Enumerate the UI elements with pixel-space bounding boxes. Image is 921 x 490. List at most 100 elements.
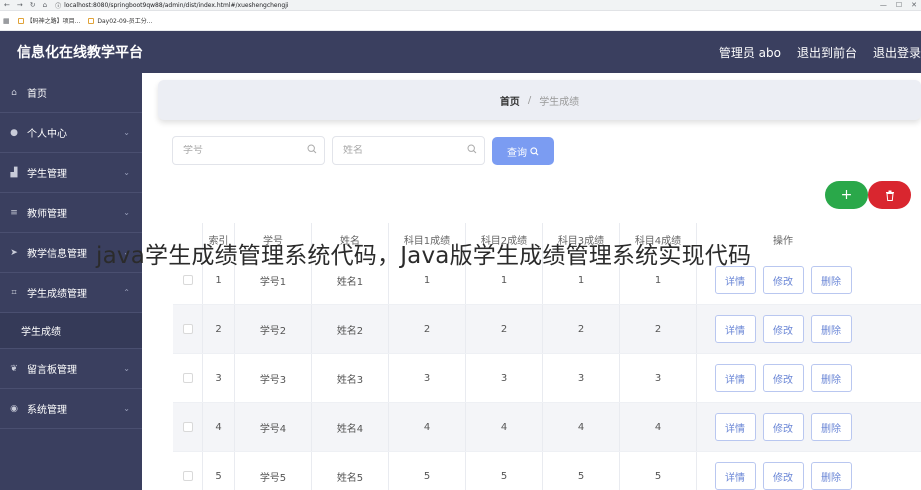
sidebar-item-system-management[interactable]: ◉ 系统管理 ⌄ [0, 389, 142, 429]
row-checkbox-cell [173, 305, 203, 353]
edit-button[interactable]: 修改 [762, 462, 804, 490]
row-subject2: 2 [466, 305, 543, 353]
row-operations: 详情 修改 删除 [697, 452, 869, 490]
person-icon: ● [10, 127, 18, 138]
row-checkbox[interactable] [182, 324, 193, 334]
sidebar-item-home[interactable]: ⌂ 首页 [0, 73, 142, 113]
search-icon [467, 144, 477, 154]
address-bar[interactable]: ⓘ localhost:8080/springboot9qw88/admin/d… [55, 1, 288, 10]
delete-button[interactable]: 删除 [810, 364, 852, 392]
row-subject3: 3 [543, 354, 620, 402]
row-name: 姓名3 [312, 354, 389, 402]
row-subject3: 5 [543, 452, 620, 490]
breadcrumb-separator: / [527, 94, 532, 106]
row-checkbox[interactable] [182, 275, 193, 285]
detail-button[interactable]: 详情 [714, 462, 756, 490]
row-index: 4 [203, 403, 235, 451]
reload-icon[interactable]: ↻ [30, 1, 36, 9]
add-button[interactable]: + [825, 181, 868, 209]
sidebar-item-label: 教师管理 [27, 209, 67, 220]
chart-icon: ▟ [10, 167, 18, 178]
bookmarks-bar: ▦ 【码神之路】项目... Day02-09-员工分... [0, 11, 921, 31]
row-subject1: 2 [389, 305, 466, 353]
url-text: localhost:8080/springboot9qw88/admin/dis… [64, 1, 289, 9]
chevron-down-icon: ⌄ [123, 168, 130, 177]
delete-button[interactable]: 删除 [810, 315, 852, 343]
sidebar-item-label: 留言板管理 [27, 365, 77, 376]
sidebar-subitem-student-score[interactable]: 学生成绩 [0, 313, 142, 349]
row-subject2: 5 [466, 452, 543, 490]
edit-button[interactable]: 修改 [762, 266, 804, 294]
batch-delete-button[interactable] [868, 181, 911, 209]
sidebar-item-student-management[interactable]: ▟ 学生管理 ⌄ [0, 153, 142, 193]
folder-icon [88, 17, 95, 24]
list-icon: ≡ [10, 207, 18, 218]
bookmark-2-label: Day02-09-员工分... [97, 18, 153, 25]
watermark-caption: java学生成绩管理系统代码，Java版学生成绩管理系统实现代码 [96, 243, 752, 269]
sidebar-item-label: 教学信息管理 [27, 249, 87, 260]
row-student-no: 学号2 [235, 305, 312, 353]
detail-button[interactable]: 详情 [714, 413, 756, 441]
row-checkbox[interactable] [182, 422, 193, 432]
send-icon: ➤ [10, 247, 18, 258]
detail-button[interactable]: 详情 [714, 266, 756, 294]
row-checkbox[interactable] [182, 373, 193, 383]
current-user: 管理员 abo [718, 45, 781, 60]
maximize-icon[interactable]: ☐ [896, 1, 902, 9]
search-icon [307, 144, 317, 154]
sidebar-item-message-board[interactable]: ❦ 留言板管理 ⌄ [0, 349, 142, 389]
logout-link[interactable]: 退出登录 [873, 44, 921, 61]
name-search-box [332, 136, 485, 165]
chevron-down-icon: ⌄ [123, 404, 130, 413]
back-to-front-link[interactable]: 退出到前台 [797, 44, 857, 61]
sidebar-subitem-label: 学生成绩 [21, 327, 61, 338]
row-checkbox-cell [173, 403, 203, 451]
info-icon: ⓘ [55, 2, 62, 10]
chevron-up-icon: ⌃ [123, 288, 130, 297]
sidebar-item-teacher-management[interactable]: ≡ 教师管理 ⌄ [0, 193, 142, 233]
bookmark-1[interactable]: 【码神之路】项目... [17, 16, 80, 25]
bookmark-2[interactable]: Day02-09-员工分... [88, 16, 153, 25]
minimize-icon[interactable]: — [880, 1, 887, 9]
table-row: 2 学号2 姓名2 2 2 2 2 详情 修改 删除 [173, 305, 921, 354]
sidebar-item-label: 首页 [27, 89, 47, 100]
back-arrow-icon[interactable]: ← [4, 1, 10, 9]
row-name: 姓名4 [312, 403, 389, 451]
row-student-no: 学号4 [235, 403, 312, 451]
browser-nav: ← → ↻ ⌂ [0, 1, 47, 9]
detail-button[interactable]: 详情 [714, 364, 756, 392]
header-actions: 管理员 abo 退出到前台 退出登录 [719, 31, 921, 73]
delete-button[interactable]: 删除 [810, 413, 852, 441]
table-row: 4 学号4 姓名4 4 4 4 4 详情 修改 删除 [173, 403, 921, 452]
query-button[interactable]: 查询 [492, 137, 554, 165]
delete-button[interactable]: 删除 [810, 462, 852, 490]
breadcrumb-home[interactable]: 首页 [500, 93, 520, 108]
close-icon[interactable]: ✕ [911, 1, 917, 9]
edit-button[interactable]: 修改 [762, 315, 804, 343]
edit-button[interactable]: 修改 [762, 364, 804, 392]
sidebar-item-label: 个人中心 [27, 129, 67, 140]
edit-button[interactable]: 修改 [762, 413, 804, 441]
row-subject4: 3 [620, 354, 697, 402]
student-no-input[interactable] [173, 145, 324, 156]
delete-button[interactable]: 删除 [810, 266, 852, 294]
row-checkbox[interactable] [182, 471, 193, 481]
detail-button[interactable]: 详情 [714, 315, 756, 343]
location-icon: ◉ [10, 403, 18, 414]
row-subject2: 3 [466, 354, 543, 402]
sidebar-item-personal-center[interactable]: ● 个人中心 ⌄ [0, 113, 142, 153]
home-icon: ⌂ [11, 87, 17, 98]
sidebar-item-score-management[interactable]: ⌗ 学生成绩管理 ⌃ [0, 273, 142, 313]
leaf-icon: ❦ [10, 363, 18, 374]
apps-grid-icon[interactable]: ▦ [3, 17, 10, 25]
home-browser-icon[interactable]: ⌂ [43, 1, 47, 9]
name-input[interactable] [333, 145, 484, 156]
app-title: 信息化在线教学平台 [17, 45, 143, 61]
app-header: 信息化在线教学平台 管理员 abo 退出到前台 退出登录 [0, 31, 921, 73]
row-index: 3 [203, 354, 235, 402]
student-no-search-box [172, 136, 325, 165]
folder-icon [17, 17, 24, 24]
forward-arrow-icon[interactable]: → [17, 1, 23, 9]
row-checkbox-cell [173, 354, 203, 402]
window-controls: — ☐ ✕ [880, 1, 917, 9]
